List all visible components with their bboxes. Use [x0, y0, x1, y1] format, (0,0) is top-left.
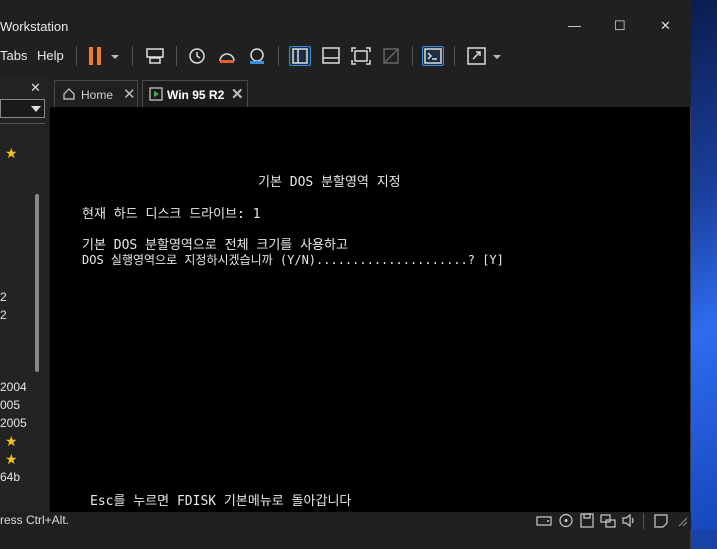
vmware-window: Workstation — ☐ ✕ Tabs Help ✕ ★ 2 2 2004… — [0, 0, 691, 549]
minimize-button[interactable]: — — [568, 18, 581, 33]
maximize-button[interactable]: ☐ — [614, 18, 626, 34]
list-item[interactable]: 64b — [0, 470, 20, 484]
status-bar: ress Ctrl+Alt. — [0, 512, 691, 530]
stretch-dropdown-icon[interactable] — [490, 46, 504, 66]
full-screen-icon[interactable] — [350, 46, 372, 66]
status-separator — [643, 513, 644, 529]
snapshot-manager-icon[interactable] — [246, 46, 268, 66]
dos-footer-hint: Esc를 누르면 FDISK 기본메뉴로 돌아갑니다 — [90, 494, 352, 509]
console-view-icon[interactable] — [422, 46, 444, 66]
resize-grip-icon[interactable] — [676, 513, 688, 528]
toolbar-separator — [412, 46, 413, 66]
list-item[interactable]: 2005 — [0, 416, 27, 430]
chevron-down-icon — [31, 106, 41, 112]
favorite-star-icon: ★ — [5, 145, 18, 161]
vm-list: ★ 2 2 2004 005 2005 ★ ★ 64b — [0, 123, 45, 512]
tab-bar: Home ✕ Win 95 R2 ✕ — [50, 74, 691, 107]
revert-snapshot-icon[interactable] — [216, 46, 238, 66]
status-hint: ress Ctrl+Alt. — [0, 513, 70, 527]
sound-card-icon[interactable] — [621, 513, 637, 528]
show-library-icon[interactable] — [289, 46, 311, 66]
unity-icon[interactable] — [380, 46, 402, 66]
favorite-star-icon: ★ — [5, 451, 18, 467]
toolbar-separator — [132, 46, 133, 66]
list-item[interactable]: 005 — [0, 398, 20, 412]
message-log-icon[interactable] — [653, 513, 669, 528]
vm-console[interactable]: 기본 DOS 분할영역 지정 현재 하드 디스크 드라이브: 1 기본 DOS … — [50, 107, 690, 512]
list-item[interactable]: 2 — [0, 290, 7, 304]
menu-toolbar: Tabs Help — [0, 38, 691, 74]
tab-home[interactable]: Home ✕ — [54, 80, 138, 107]
snapshot-icon[interactable] — [186, 46, 208, 66]
network-adapter-icon[interactable] — [600, 513, 616, 528]
library-search-dropdown[interactable] — [0, 99, 45, 118]
scrollbar[interactable] — [35, 194, 39, 372]
dos-screen-title: 기본 DOS 분할영역 지정 — [258, 175, 401, 190]
list-item[interactable]: 2 — [0, 308, 7, 322]
power-dropdown-icon[interactable] — [108, 46, 122, 66]
tab-label: Home — [81, 88, 114, 102]
thumbnail-bar-icon[interactable] — [320, 46, 342, 66]
menu-tabs[interactable]: Tabs — [0, 48, 27, 63]
close-library-icon[interactable]: ✕ — [30, 80, 41, 96]
floppy-icon[interactable] — [579, 513, 595, 528]
close-window-button[interactable]: ✕ — [660, 18, 671, 34]
pause-icon[interactable] — [86, 46, 108, 66]
desktop-background — [691, 0, 717, 549]
hard-disk-icon[interactable] — [536, 513, 552, 528]
vm-running-icon — [149, 87, 163, 104]
list-item[interactable]: 2004 — [0, 380, 27, 394]
title-bar: Workstation — ☐ ✕ — [0, 0, 691, 38]
menu-help[interactable]: Help — [37, 48, 64, 63]
tab-win95[interactable]: Win 95 R2 ✕ — [142, 80, 248, 107]
dos-current-drive: 현재 하드 디스크 드라이브: 1 — [82, 207, 261, 222]
window-title: Workstation — [0, 19, 69, 34]
toolbar-separator — [176, 46, 177, 66]
stretch-guest-icon[interactable] — [466, 46, 488, 66]
toolbar-separator — [76, 46, 77, 66]
favorite-star-icon: ★ — [5, 433, 18, 449]
close-tab-icon[interactable]: ✕ — [123, 85, 136, 103]
cd-dvd-icon[interactable] — [558, 513, 574, 528]
dos-question-line2: DOS 실행영역으로 지정하시겠습니까 (Y/N)...............… — [82, 253, 504, 267]
toolbar-separator — [278, 46, 279, 66]
library-sidebar: ✕ ★ 2 2 2004 005 2005 ★ ★ 64b — [0, 74, 48, 512]
tab-label: Win 95 R2 — [167, 88, 225, 102]
toolbar-separator — [454, 46, 455, 66]
home-icon — [62, 87, 76, 104]
close-tab-icon[interactable]: ✕ — [231, 85, 244, 103]
send-ctrl-alt-del-icon[interactable] — [144, 46, 166, 66]
